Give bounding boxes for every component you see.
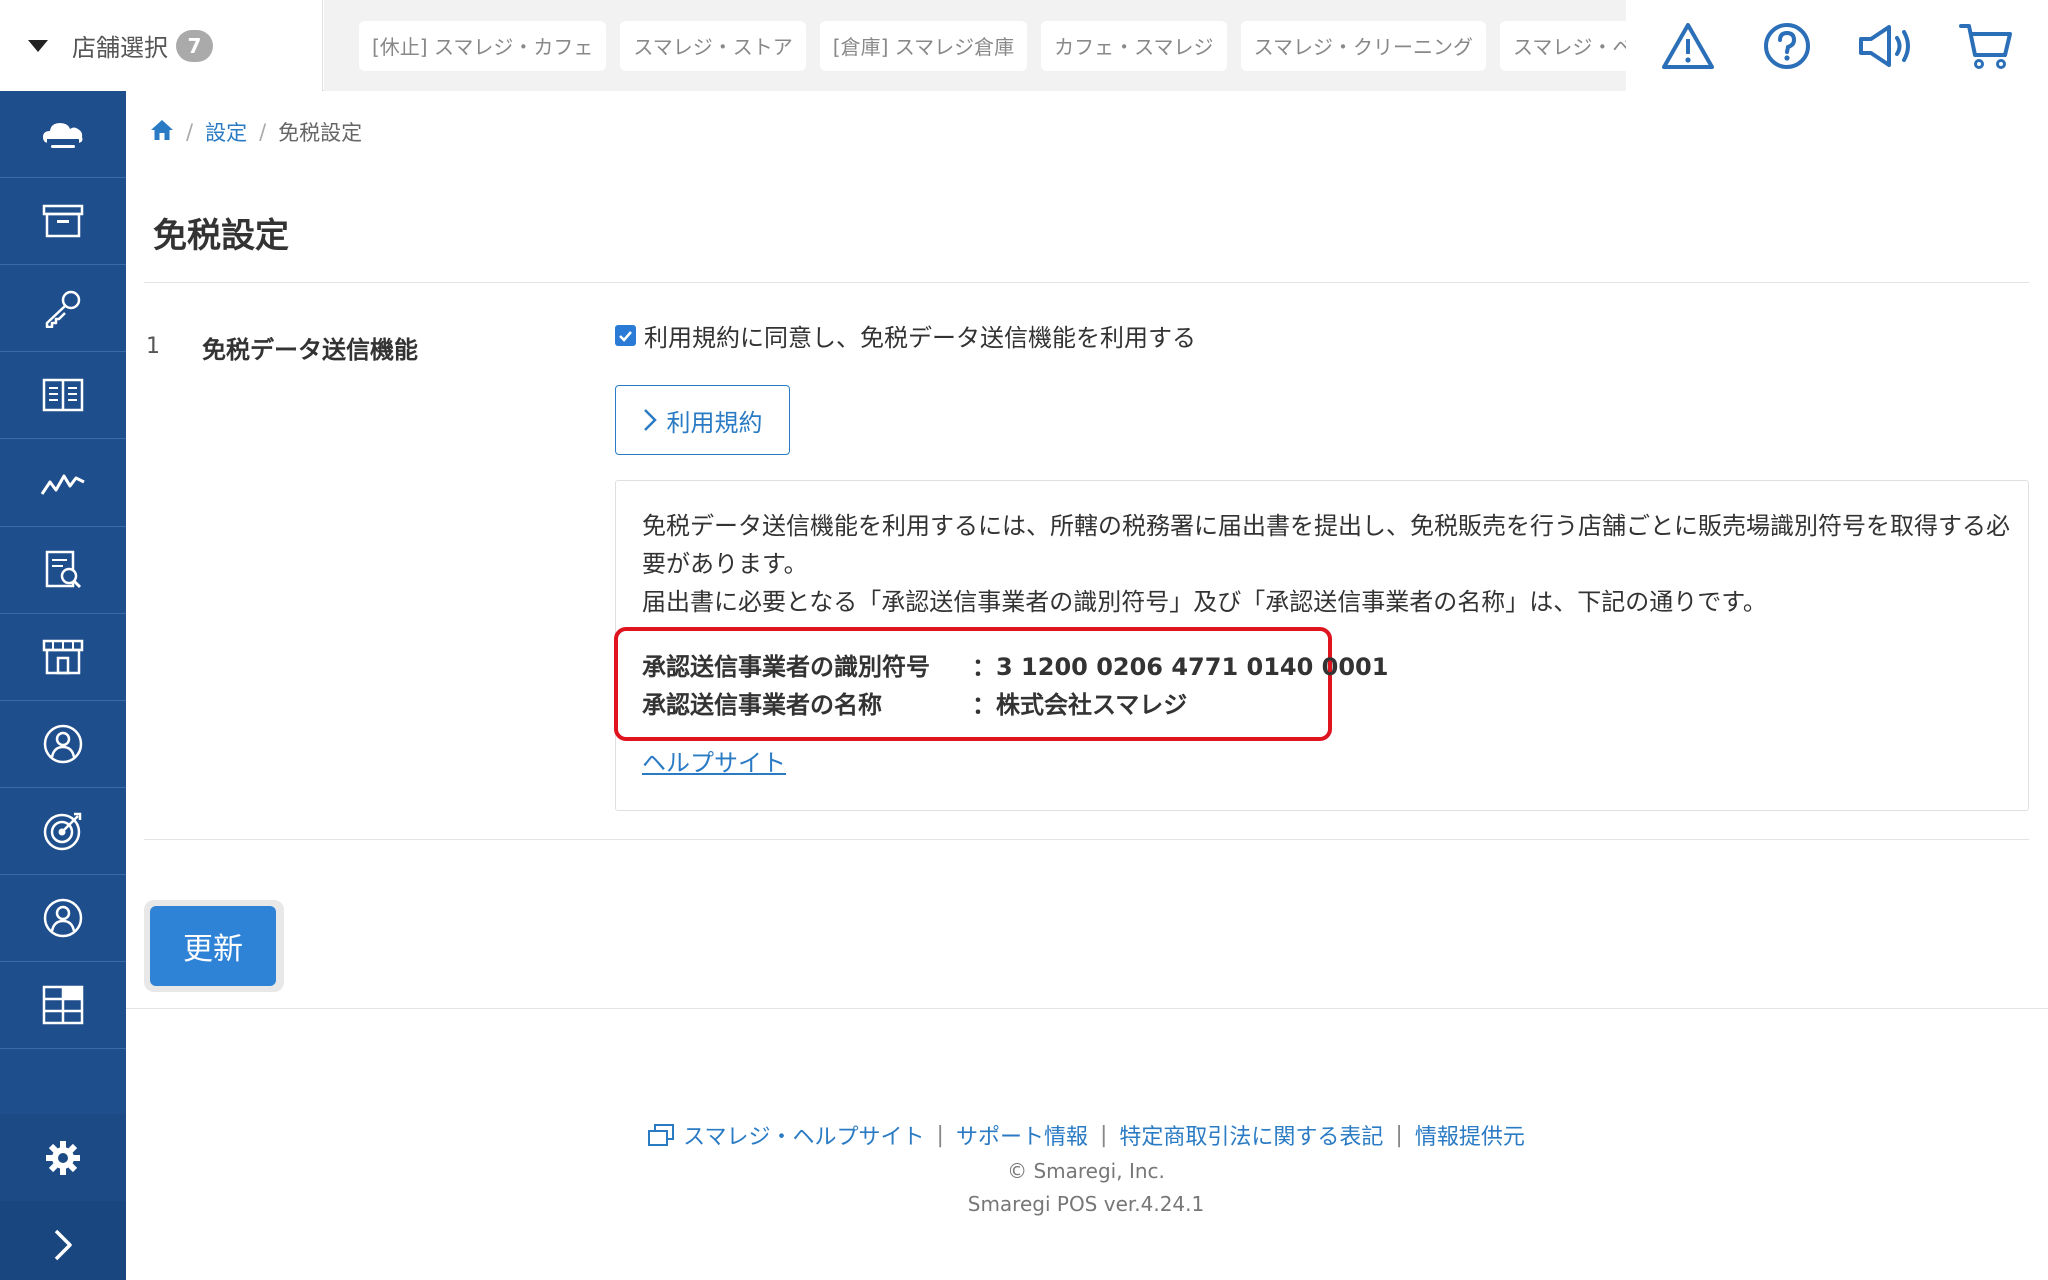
target-icon [43, 812, 82, 851]
sidebar-item-products[interactable] [0, 178, 126, 265]
agree-terms-checkbox[interactable] [615, 325, 636, 346]
store-tab[interactable]: スマレジ・ストア [620, 20, 806, 71]
sidebar-item-analytics[interactable] [0, 439, 126, 527]
footer-link-info-source[interactable]: 情報提供元 [1415, 1119, 1525, 1151]
sidebar-item-manual[interactable] [0, 352, 126, 439]
row-divider [144, 839, 2029, 840]
breadcrumb: / 設定 / 免税設定 [150, 118, 362, 146]
footer-separator: | [1099, 1122, 1108, 1148]
home-icon[interactable] [150, 119, 174, 146]
operator-id-key: 承認送信事業者の識別符号 [642, 653, 930, 681]
agree-terms-text: 利用規約に同意し、免税データ送信機能を利用する [644, 324, 1196, 352]
footer-link-helpsite[interactable]: スマレジ・ヘルプサイト [683, 1119, 924, 1151]
highlight-box [614, 627, 1332, 741]
operator-id-value: ：3 1200 0206 4771 0140 0001 [972, 653, 1389, 681]
help-icon[interactable] [1757, 16, 1817, 76]
cart-icon[interactable] [1956, 16, 2016, 76]
chevron-right-icon [643, 409, 657, 431]
sidebar-item-stores[interactable] [0, 614, 126, 701]
setting-row-number: 1 [146, 334, 160, 359]
footer-link-legal[interactable]: 特定商取引法に関する表記 [1119, 1119, 1383, 1151]
footer-separator: | [1395, 1122, 1403, 1148]
apps-icon [42, 985, 84, 1025]
report-search-icon [45, 550, 82, 589]
top-bar: 店舗選択 7 [休止] スマレジ・カフェ スマレジ・ストア [倉庫] スマレジ倉… [0, 0, 2048, 91]
terms-button-label: 利用規約 [666, 408, 763, 437]
agree-terms-checkbox-label[interactable]: 利用規約に同意し、免税データ送信機能を利用する [615, 318, 1196, 353]
breadcrumb-separator: / [259, 120, 267, 144]
archive-box-icon [42, 204, 84, 238]
external-window-icon [648, 1124, 675, 1146]
chart-line-icon [40, 474, 85, 495]
info-text: 免税データ送信機能を利用するには、所轄の税務署に届出書を提出し、免税販売を行う店… [642, 507, 2012, 621]
setting-row-label: 免税データ送信機能 [202, 336, 418, 364]
store-count-badge: 7 [176, 29, 213, 62]
sidebar-item-reports[interactable] [0, 527, 126, 614]
footer-links: スマレジ・ヘルプサイト | サポート情報 | 特定商取引法に関する表記 | 情報… [62, 1119, 2048, 1151]
copyright: © Smaregi, Inc. [1007, 1159, 1165, 1183]
store-tabs: [休止] スマレジ・カフェ スマレジ・ストア [倉庫] スマレジ倉庫 カフェ・ス… [324, 0, 1626, 91]
terms-button[interactable]: 利用規約 [615, 385, 790, 455]
store-tab[interactable]: スマレジ・クリーニング [1240, 20, 1486, 71]
store-tab[interactable]: [倉庫] スマレジ倉庫 [819, 20, 1028, 71]
operator-name-value: ：株式会社スマレジ [972, 691, 1188, 719]
update-button[interactable]: 更新 [150, 906, 276, 986]
store-icon [42, 639, 84, 675]
page-title: 免税設定 [153, 216, 289, 256]
store-tab[interactable]: カフェ・スマレジ [1041, 20, 1227, 71]
book-icon [42, 378, 84, 412]
store-select-label: 店舗選択 [72, 34, 168, 62]
caret-down-icon [28, 39, 48, 52]
top-icon-group [1626, 0, 2048, 91]
store-select-dropdown[interactable]: 店舗選択 7 [0, 0, 323, 91]
breadcrumb-current: 免税設定 [278, 121, 363, 145]
chevron-right-icon [54, 1229, 72, 1260]
operator-name-line: 承認送信事業者の名称 ：株式会社スマレジ [642, 685, 1187, 720]
operator-id-line: 承認送信事業者の識別符号 ：3 1200 0206 4771 0140 0001 [642, 647, 1388, 682]
sidebar [0, 91, 126, 1280]
sidebar-item-access[interactable] [0, 265, 126, 352]
help-site-link[interactable]: ヘルプサイト [642, 743, 786, 778]
info-paragraph-1: 免税データ送信機能を利用するには、所轄の税務署に届出書を提出し、免税販売を行う店… [642, 512, 2010, 578]
info-paragraph-2: 届出書に必要となる「承認送信事業者の識別符号」及び「承認送信事業者の名称」は、下… [642, 588, 1767, 616]
sidebar-item-customers[interactable] [0, 701, 126, 788]
update-button-focus-ring: 更新 [144, 900, 284, 992]
info-box: 免税データ送信機能を利用するには、所轄の税務署に届出書を提出し、免税販売を行う店… [614, 480, 2029, 811]
sidebar-item-marketing[interactable] [0, 788, 126, 875]
breadcrumb-settings-link[interactable]: 設定 [205, 117, 247, 147]
version-text: Smaregi POS ver.4.24.1 [967, 1192, 1205, 1216]
sidebar-item-staff[interactable] [0, 875, 126, 962]
store-tab[interactable]: スマレジ・ベー [1499, 20, 1626, 71]
operator-name-key: 承認送信事業者の名称 [642, 691, 882, 719]
store-tab[interactable]: [休止] スマレジ・カフェ [359, 20, 607, 71]
sidebar-item-cloud[interactable] [0, 91, 126, 178]
sidebar-item-apps[interactable] [0, 962, 126, 1049]
megaphone-icon[interactable] [1857, 16, 1917, 76]
user-icon [43, 898, 83, 938]
title-divider [144, 282, 2029, 283]
footer-divider [126, 1008, 2048, 1009]
customer-icon [43, 724, 83, 764]
key-icon [45, 290, 81, 328]
warning-icon[interactable] [1658, 16, 1718, 76]
breadcrumb-separator: / [186, 120, 194, 144]
footer-link-support[interactable]: サポート情報 [956, 1119, 1088, 1151]
footer-separator: | [936, 1122, 944, 1148]
cloud-icon [43, 123, 83, 148]
